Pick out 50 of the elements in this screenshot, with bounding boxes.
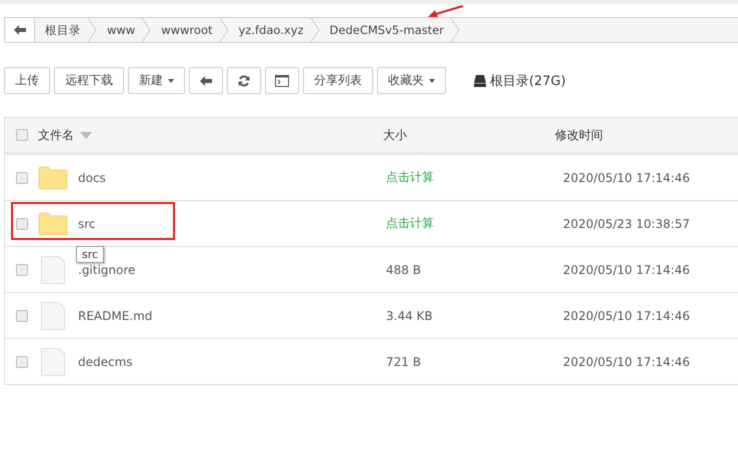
back-button[interactable]	[189, 67, 223, 94]
terminal-icon	[275, 74, 289, 86]
select-all-checkbox[interactable]	[16, 129, 28, 141]
terminal-button[interactable]	[265, 67, 299, 94]
folder-icon	[38, 166, 68, 190]
toolbar-button[interactable]: 远程下载	[54, 67, 124, 94]
breadcrumb-item[interactable]: yz.fdao.xyz	[228, 23, 310, 37]
breadcrumb-item[interactable]: www	[97, 23, 142, 37]
modified-time: 2020/05/10 17:14:46	[563, 170, 690, 184]
row-checkbox[interactable]	[16, 356, 28, 368]
back-arrow-icon	[200, 76, 212, 86]
breadcrumb-item[interactable]: DedeCMSv5-master	[320, 23, 450, 37]
dropdown-button[interactable]: 收藏夹	[377, 67, 446, 94]
back-arrow-icon	[14, 25, 26, 35]
file-icon	[41, 302, 65, 330]
file-name[interactable]: dedecms	[78, 354, 133, 368]
annotation-arrow	[428, 5, 464, 19]
dropdown-button[interactable]: 新建	[128, 67, 185, 94]
modified-time: 2020/05/10 17:14:46	[563, 308, 690, 322]
breadcrumb-item[interactable]: wwwroot	[151, 23, 218, 37]
refresh-icon	[238, 74, 250, 86]
file-size: 721 B	[386, 354, 421, 368]
refresh-button[interactable]	[227, 67, 261, 94]
folder-icon	[38, 212, 68, 236]
back-button[interactable]	[5, 18, 35, 42]
file-name[interactable]: .gitignore	[78, 262, 136, 276]
modified-time: 2020/05/10 17:14:46	[563, 262, 690, 276]
modified-time: 2020/05/10 17:14:46	[563, 354, 690, 368]
file-name[interactable]: docs	[78, 170, 106, 184]
file-icon	[41, 348, 65, 376]
column-header[interactable]: 文件名	[38, 126, 74, 144]
row-checkbox[interactable]	[16, 172, 28, 184]
column-header[interactable]: 大小	[383, 128, 407, 142]
file-size: 3.44 KB	[386, 308, 433, 322]
row-checkbox[interactable]	[16, 218, 28, 230]
sort-icon[interactable]	[80, 132, 92, 138]
file-name[interactable]: src	[78, 216, 96, 230]
breadcrumb-item[interactable]: 根目录	[35, 22, 87, 38]
file-name[interactable]: README.md	[78, 308, 152, 322]
row-checkbox[interactable]	[16, 264, 28, 276]
hard-drive-icon	[474, 74, 486, 86]
toolbar-button[interactable]: 分享列表	[303, 67, 373, 94]
file-icon	[41, 256, 65, 284]
toolbar-button[interactable]: 上传	[4, 67, 50, 94]
column-header[interactable]: 修改时间	[555, 128, 603, 142]
modified-time: 2020/05/23 10:38:57	[563, 216, 690, 230]
file-size: 488 B	[386, 262, 421, 276]
row-checkbox[interactable]	[16, 310, 28, 322]
disk-label: 根目录(27G)	[490, 72, 566, 90]
tooltip: src	[76, 246, 104, 263]
